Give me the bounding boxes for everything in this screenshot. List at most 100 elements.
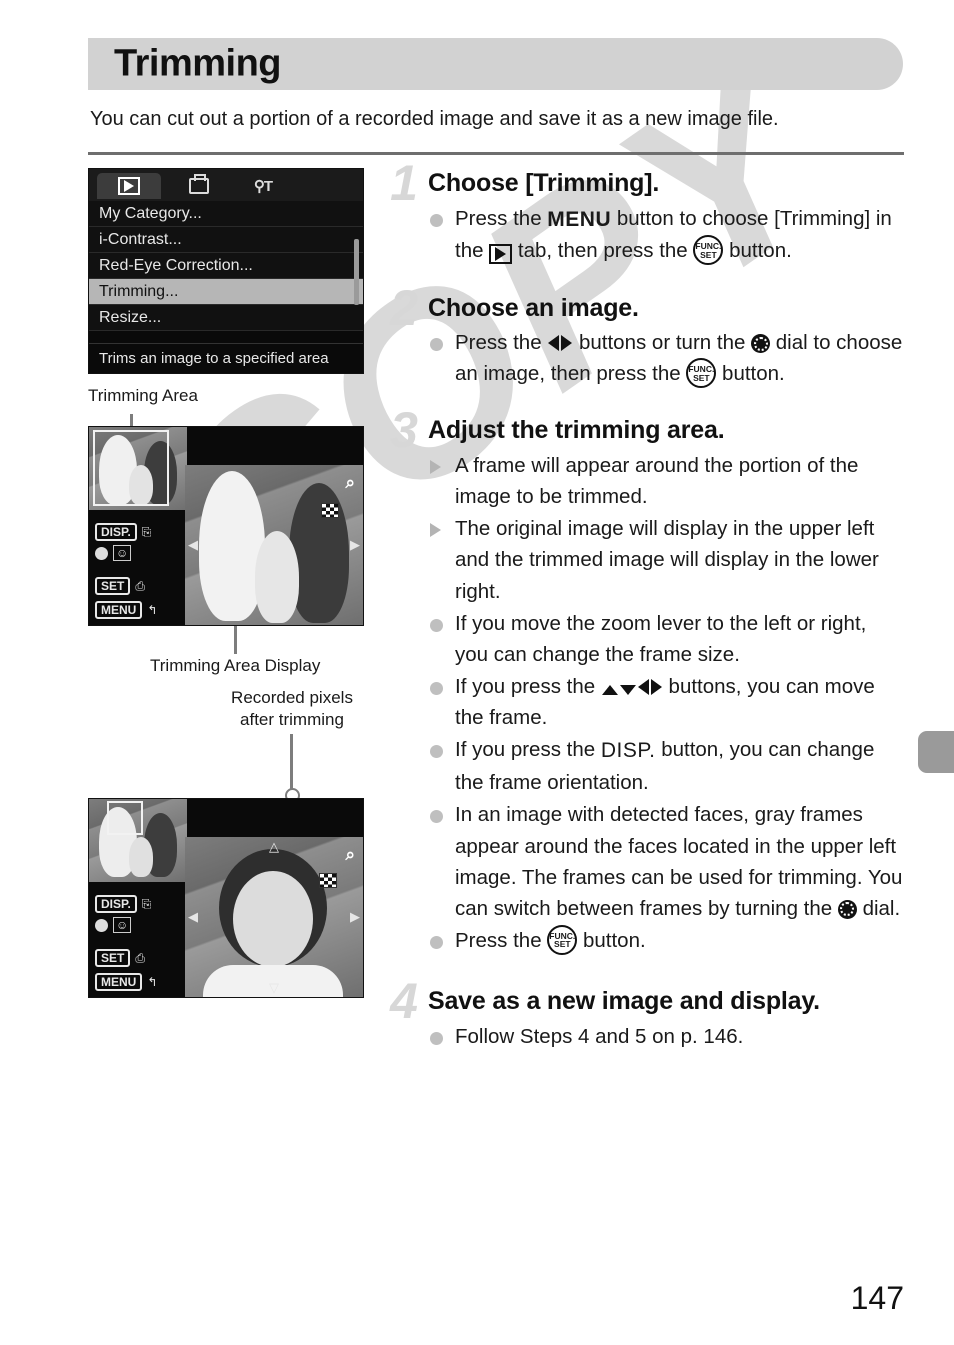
control-dial-icon-2 (95, 918, 108, 932)
bullet-press-func-set: Press the FUNC. SET button. (428, 924, 904, 956)
bullet-dot-icon (430, 213, 443, 227)
step-4-heading: Save as a new image and display. (428, 987, 820, 1016)
manual-page: COPY Trimming You can cut out a portion … (0, 0, 954, 1345)
leader-line-display (234, 626, 237, 654)
left-arrow-marker: ◀ (188, 537, 198, 552)
page-title: Trimming (114, 42, 282, 85)
menu-control-hint: MENU ↰ (95, 601, 157, 619)
intro-paragraph: You can cut out a portion of a recorded … (90, 108, 779, 130)
down-arrow-marker: ▽ (269, 608, 279, 623)
step-1-bullets: Press the MENU button to choose [Trimmin… (428, 203, 904, 267)
save-icon: ⎙ (135, 578, 145, 593)
left-right-arrows-icon (547, 335, 573, 352)
menu-item-i-contrast[interactable]: i-Contrast... (89, 227, 363, 253)
magnify-icon: ⌕ (345, 473, 355, 492)
bullet-text: If you move the zoom lever to the left o… (455, 611, 867, 666)
person-child-2 (129, 837, 153, 877)
bullet-arrow-icon (430, 523, 441, 538)
menu-scrollbar[interactable] (354, 239, 359, 305)
step-2-number: 2 (390, 279, 418, 336)
caption-recorded-pixels-line1: Recorded pixels (231, 688, 353, 707)
step-2-heading: Choose an image. (428, 293, 639, 322)
disp-control-hint-2: DISP. ⎘ (95, 895, 151, 913)
trimming-screenshot-small: 0.3M 640x480 DISP. ⎘ ☺ SET ⎙ MENU ↰ (88, 798, 364, 998)
step-2-bullets: Press the buttons or turn the dial to ch… (428, 327, 904, 389)
page-number: 147 (850, 1280, 904, 1316)
dial-control-hint: ☺ (95, 545, 132, 561)
preview-person-mother (289, 483, 349, 623)
horizontal-rule (88, 152, 904, 155)
step-2: 2 Choose an image. Press the buttons or … (382, 283, 904, 390)
set-control-hint: SET ⎙ (95, 577, 145, 595)
trimming-area-frame-2 (107, 801, 143, 835)
set-button-label-2: SET (95, 949, 131, 967)
step-1: 1 Choose [Trimming]. Press the MENU butt… (382, 158, 904, 267)
original-image-thumbnail (89, 427, 187, 510)
chapter-edge-tab (918, 731, 954, 773)
trimmed-image-preview-2: ⌕ ◀ ▶ △ ▽ (185, 837, 363, 997)
menu-button-label: MENU (95, 601, 143, 619)
back-arrow-icon-2: ↰ (147, 975, 158, 989)
bullet-dot-icon (430, 1031, 443, 1045)
bullet-dot-icon (430, 681, 443, 695)
trimmed-image-preview: ⌕ ◀ ▶ ▽ (185, 465, 363, 625)
step-4: 4 Save as a new image and display. Follo… (382, 976, 904, 1052)
menu-item-red-eye-correction[interactable]: Red-Eye Correction... (89, 253, 363, 279)
down-arrow-marker-2: ▽ (269, 980, 279, 995)
face-select-icon-2: ☺ (113, 917, 132, 933)
bullet-text: Follow Steps 4 and 5 on p. 146. (455, 1024, 744, 1048)
disp-button-label: DISP. (95, 523, 137, 541)
bullet-text: A frame will appear around the portion o… (455, 453, 859, 509)
trimming-area-frame (93, 430, 169, 506)
func-set-icon: FUNC. SET (686, 358, 717, 389)
face-select-icon: ☺ (113, 545, 132, 561)
rotate-frame-icon: ⎘ (141, 524, 152, 539)
trimming-screenshot-large: 2M 1600x1200 DISP. ⎘ ☺ SET ⎙ MENU ↰ (88, 426, 364, 626)
bullet-dot-icon (430, 338, 443, 352)
camera-menu-screenshot: ⚲T My Category... i-Contrast... Red-Eye … (88, 168, 364, 374)
magnify-icon-2: ⌕ (345, 845, 355, 864)
caption-trimming-area-display: Trimming Area Display (150, 656, 321, 675)
bullet-press-menu: Press the MENU button to choose [Trimmin… (428, 203, 904, 267)
preview-photo: ⌕ ◀ ▶ ▽ (185, 465, 363, 625)
func-set-icon: FUNC. SET (547, 924, 578, 955)
right-arrow-marker: ▶ (350, 537, 360, 552)
bullet-follow-steps: Follow Steps 4 and 5 on p. 146. (428, 1021, 904, 1052)
bullet-arrow-icon (430, 459, 441, 474)
bullet-dot-icon (430, 745, 443, 759)
menu-item-my-category[interactable]: My Category... (89, 201, 363, 227)
bullet-text-part: Press the (455, 206, 548, 230)
bullet-text: The original image will display in the u… (455, 517, 879, 603)
menu-item-resize[interactable]: Resize... (89, 305, 363, 331)
bullet-zoom-lever: If you move the zoom lever to the left o… (428, 608, 904, 670)
frame-handle-icon-2 (319, 873, 337, 888)
playback-tab-icon[interactable] (97, 173, 161, 199)
instructions-column: 1 Choose [Trimming]. Press the MENU butt… (382, 158, 904, 1056)
bullet-choose-image: Press the buttons or turn the dial to ch… (428, 327, 904, 389)
settings-tab-icon[interactable]: ⚲T (235, 173, 291, 199)
control-dial-icon (95, 546, 108, 560)
left-arrow-marker-2: ◀ (188, 909, 198, 924)
menu-button-label-2: MENU (95, 973, 143, 991)
leader-line-pixels (290, 734, 293, 792)
preview-photo-2: ⌕ ◀ ▶ △ ▽ (185, 837, 363, 997)
caption-recorded-pixels-line2: after trimming (240, 710, 344, 729)
dial-control-hint-2: ☺ (95, 917, 132, 933)
caption-trimming-area: Trimming Area (88, 386, 198, 405)
menu-control-hint-2: MENU ↰ (95, 973, 157, 991)
menu-item-list: My Category... i-Contrast... Red-Eye Cor… (89, 201, 363, 331)
up-down-left-right-arrows-icon (601, 678, 663, 695)
figure-column: ⚲T My Category... i-Contrast... Red-Eye … (88, 168, 378, 998)
set-button-label: SET (95, 577, 131, 595)
section-title-bar: Trimming (88, 38, 903, 90)
playback-icon (489, 244, 513, 265)
bullet-disp-orientation: If you press the DISP. button, you can c… (428, 734, 904, 798)
bullet-move-frame: If you press the buttons, you can move t… (428, 671, 904, 733)
print-tab-icon[interactable] (169, 173, 229, 199)
menu-tab-bar: ⚲T (89, 169, 363, 201)
bullet-original-image-position: The original image will display in the u… (428, 513, 904, 606)
step-3-bullets: A frame will appear around the portion o… (428, 450, 904, 956)
frame-handle-icon (321, 503, 339, 518)
control-dial-icon (751, 334, 771, 354)
menu-item-trimming[interactable]: Trimming... (89, 279, 363, 305)
